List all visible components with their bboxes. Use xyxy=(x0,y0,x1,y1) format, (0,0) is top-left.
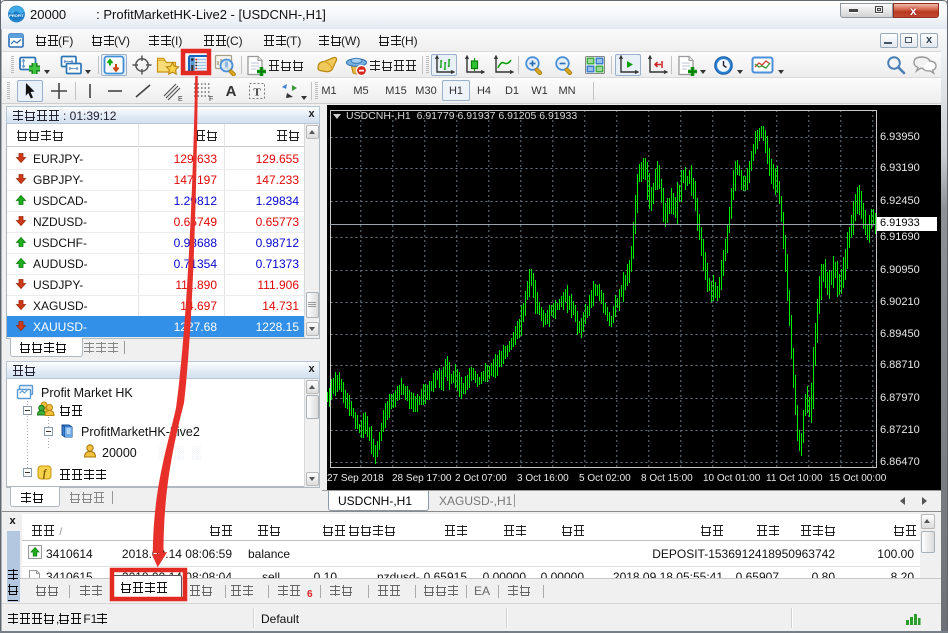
svg-text:E: E xyxy=(178,96,183,102)
svg-text:T: T xyxy=(253,87,261,99)
svg-text:PROFIT: PROFIT xyxy=(9,13,24,18)
svg-text:F: F xyxy=(209,96,213,102)
